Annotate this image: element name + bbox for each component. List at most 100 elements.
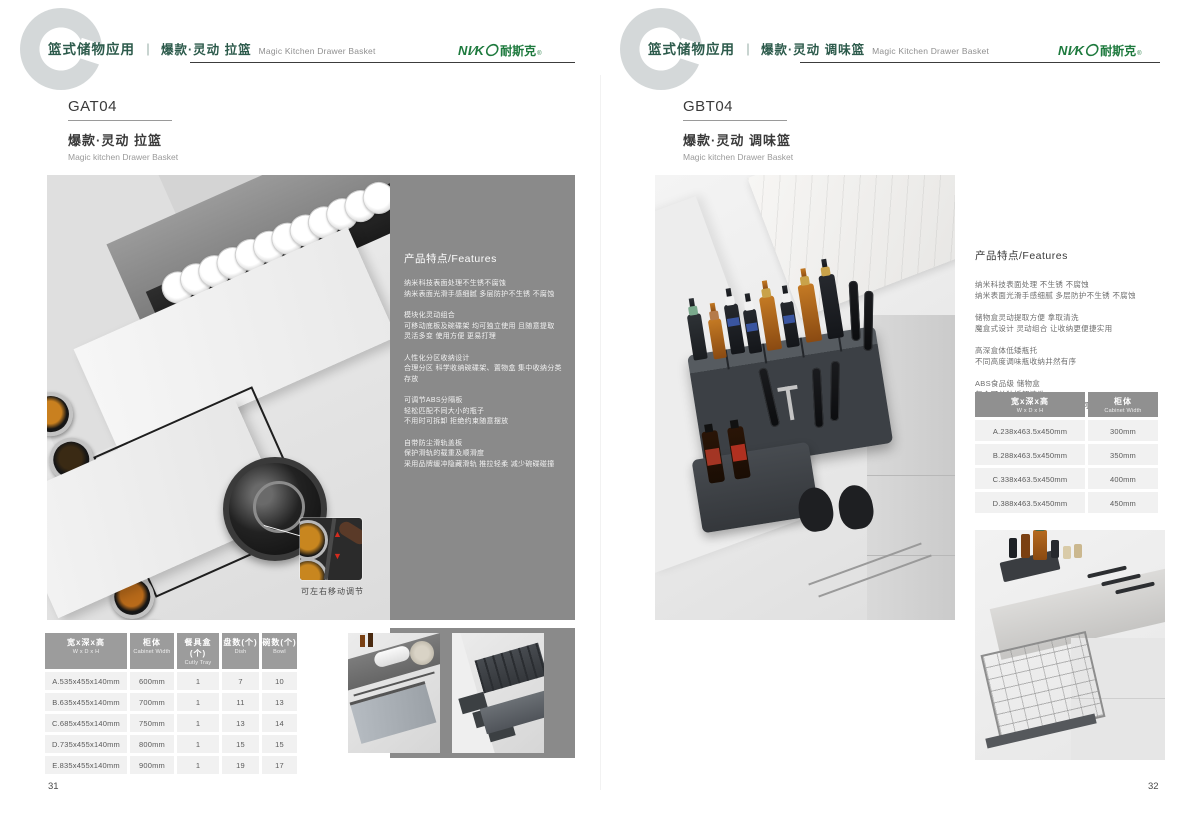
table-cell: 19 xyxy=(222,756,259,774)
bottle-cap xyxy=(761,288,771,298)
feature-group: 纳米科技表面处理不生锈不腐蚀纳米表面光滑手感细腻 多层防护不生锈 不腐蚀 xyxy=(404,279,564,300)
feature-group: 可调节ABS分隔板轻松匹配不同大小的瓶子不用时可拆卸 拒绝约束随意摆放 xyxy=(404,396,564,428)
feature-line: ABS食品级 储物盒 xyxy=(975,378,1170,389)
feature-group: 储物盒灵动提取方便 拿取清洗魔盒式设计 灵动组合 让收纳更便捷实用 xyxy=(975,312,1170,334)
bottle-label xyxy=(783,314,795,324)
feature-line: 储物盒灵动提取方便 拿取清洗 xyxy=(975,312,1170,323)
feature-line: 高深盒体低矮瓶托 xyxy=(975,345,1170,356)
spatula-head xyxy=(836,483,876,532)
table-cell: A.238x463.5x450mm xyxy=(975,420,1085,441)
bottle-cap xyxy=(688,306,698,316)
header-subtitle-cn: 爆款·灵动 拉篮 xyxy=(161,39,252,58)
brand-logo-reg: ® xyxy=(537,51,541,57)
bottle-label xyxy=(746,322,758,332)
header-subtitle-en: Magic Kitchen Drawer Basket xyxy=(872,46,989,56)
table-header-cell: 柜体Cabinet Width xyxy=(1088,392,1158,417)
table-header-cell: 盘数(个)Dish xyxy=(222,633,259,669)
table-row: E.835x455x140mm900mm11917 xyxy=(45,756,297,774)
header-rule xyxy=(800,62,1160,63)
brand-logo-cn: 耐斯克 xyxy=(1100,42,1136,59)
product-code: GBT04 xyxy=(683,98,793,115)
table-cell: 300mm xyxy=(1088,420,1158,441)
spice-jar-shape xyxy=(1063,546,1071,559)
feature-group: 纳米科技表面处理 不生锈 不腐蚀纳米表面光滑手感细腻 多层防护不生锈 不腐蚀 xyxy=(975,279,1170,301)
table-cell: 1 xyxy=(177,735,219,753)
feature-line: 不同高度调味瓶收纳井然有序 xyxy=(975,356,1170,367)
header-label-en: Cutly Tray xyxy=(177,660,219,666)
table-header-cell: 餐具盒(个)Cutly Tray xyxy=(177,633,219,669)
feature-line: 轻松匹配不同大小的瓶子 xyxy=(404,407,564,418)
bottle-cap xyxy=(708,310,718,320)
feature-line: 合理分区 科学收纳碗碟架、置物盒 集中收纳分类存放 xyxy=(404,364,564,385)
feature-line: 魔盒式设计 灵动组合 让收纳更便捷实用 xyxy=(975,323,1170,334)
bottle-cap xyxy=(781,293,791,303)
bottle-cap xyxy=(725,296,735,306)
feature-line: 自带防尘滑轨盖板 xyxy=(404,439,564,450)
table-cell: 7 xyxy=(222,672,259,690)
table-row: D.735x455x140mm800mm11515 xyxy=(45,735,297,753)
brand-logo: NI∕K〇 耐斯克 ® xyxy=(458,40,542,59)
table-cell: 1 xyxy=(177,714,219,732)
callout-caption: 可左右移动调节 xyxy=(285,586,380,597)
bottle-shape xyxy=(1051,540,1059,558)
drawer-front xyxy=(350,681,437,744)
spec-table: 宽x深x高W x D x H柜体Cabinet Width餐具盒(个)Cutly… xyxy=(45,633,297,774)
brand-logo-latin: NI∕K〇 xyxy=(1058,40,1098,59)
features-title: 产品特点/Features xyxy=(404,251,497,266)
feature-line: 可移动底板及碗碟架 均可独立使用 且随意提取 xyxy=(404,322,564,333)
bottle-shape xyxy=(797,283,822,343)
table-cell: D.735x455x140mm xyxy=(45,735,127,753)
features-panel: 产品特点/Features 纳米科技表面处理不生锈不腐蚀纳米表面光滑手感细腻 多… xyxy=(390,175,575,620)
page-header: 篮式储物应用 ｜ 爆款·灵动 拉篮 Magic Kitchen Drawer B… xyxy=(48,38,376,58)
feature-line: 灵活多变 使用方便 更易打理 xyxy=(404,332,564,343)
bottle-cap xyxy=(800,276,810,286)
arrow-down-icon: ▼ xyxy=(333,552,342,561)
catalog-spread: 篮式储物应用 ｜ 爆款·灵动 拉篮 Magic Kitchen Drawer B… xyxy=(0,0,1200,820)
table-row: C.685x455x140mm750mm11314 xyxy=(45,714,297,732)
table-cell: 1 xyxy=(177,756,219,774)
table-row: C.338x463.5x450mm400mm xyxy=(975,468,1158,489)
header-label-cn: 盘数(个) xyxy=(222,637,259,648)
table-row: B.288x463.5x450mm350mm xyxy=(975,444,1158,465)
thumbnail-photo-1 xyxy=(348,633,440,753)
table-cell: 14 xyxy=(262,714,297,732)
table-cell: D.388x463.5x450mm xyxy=(975,492,1085,513)
table-header-row: 宽x深x高W x D x H柜体Cabinet Width xyxy=(975,392,1158,417)
header-subtitle-cn: 爆款·灵动 调味篮 xyxy=(761,39,865,58)
feature-group: 自带防尘滑轨盖板保护滑轨的载重及顺滑度采用品牌缓冲隐藏滑轨 推拉轻柔 减少碗碟碰… xyxy=(404,439,564,471)
bottle-label xyxy=(731,444,747,462)
table-cell: B.288x463.5x450mm xyxy=(975,444,1085,465)
table-cell: 15 xyxy=(262,735,297,753)
brand-logo-cn: 耐斯克 xyxy=(500,42,536,59)
table-cell: C.338x463.5x450mm xyxy=(975,468,1085,489)
table-cell: 1 xyxy=(177,672,219,690)
feature-line: 纳米科技表面处理 不生锈 不腐蚀 xyxy=(975,279,1170,290)
spice-organizer xyxy=(680,279,918,567)
cabinet-seam xyxy=(867,555,955,556)
page-right: 篮式储物应用 ｜ 爆款·灵动 调味篮 Magic Kitchen Drawer … xyxy=(600,0,1200,820)
brand-logo-reg: ® xyxy=(1137,51,1141,57)
feature-group: 高深盒体低矮瓶托不同高度调味瓶收纳井然有序 xyxy=(975,345,1170,367)
bottle-shape xyxy=(1021,534,1030,558)
product-block: GBT04 爆款·灵动 调味篮 Magic kitchen Drawer Bas… xyxy=(683,98,793,162)
product-code: GAT04 xyxy=(68,98,178,115)
bottle-cap xyxy=(1035,530,1045,531)
basket-shape xyxy=(475,643,544,694)
product-name-cn: 爆款·灵动 调味篮 xyxy=(683,130,793,149)
product-block: GAT04 爆款·灵动 拉篮 Magic kitchen Drawer Bask… xyxy=(68,98,178,162)
feature-line: 纳米科技表面处理不生锈不腐蚀 xyxy=(404,279,564,290)
page-number: 32 xyxy=(1148,781,1159,792)
utensil-handle xyxy=(337,519,362,547)
spice-jar-shape xyxy=(1074,544,1082,558)
header-label-en: Bowl xyxy=(262,649,297,655)
table-cell: 750mm xyxy=(130,714,174,732)
table-cell: 1 xyxy=(177,693,219,711)
table-cell: E.835x455x140mm xyxy=(45,756,127,774)
table-cell: 17 xyxy=(262,756,297,774)
header-label-en: Cabinet Width xyxy=(130,649,174,655)
table-header-row: 宽x深x高W x D x H柜体Cabinet Width餐具盒(个)Cutly… xyxy=(45,633,297,669)
header-separator: ｜ xyxy=(142,41,154,58)
table-row: D.388x463.5x450mm450mm xyxy=(975,492,1158,513)
feature-line: 采用品牌缓冲隐藏滑轨 推拉轻柔 减少碗碟碰撞 xyxy=(404,460,564,471)
header-label-cn: 柜体 xyxy=(130,637,174,648)
